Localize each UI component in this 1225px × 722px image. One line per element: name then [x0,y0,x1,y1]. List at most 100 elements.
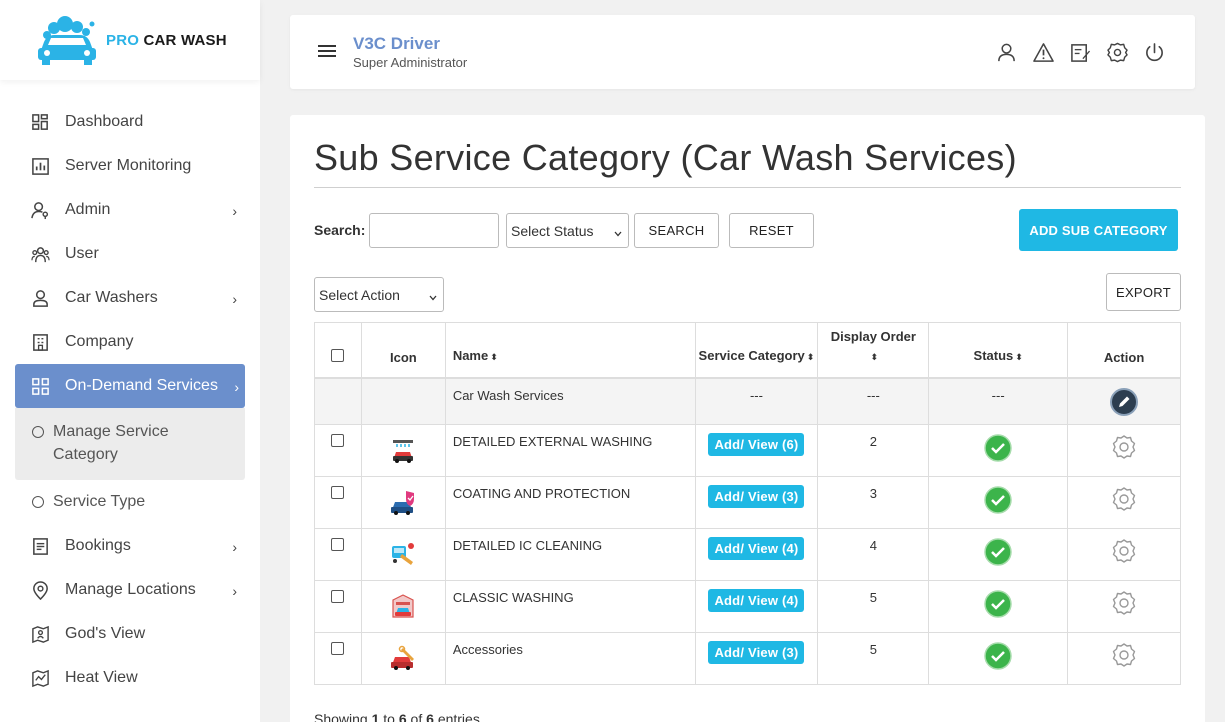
interior-cleaning-icon [389,540,417,568]
sidebar-item-label: God's View [65,625,146,642]
sidebar-item-admin[interactable]: Admin › [0,188,245,232]
sidebar-item-label: Server Monitoring [65,157,192,174]
sidebar-item-on-demand-services[interactable]: On-Demand Services › [15,364,245,408]
sidebar-item-car-washers[interactable]: Car Washers › [0,276,245,320]
user-profile-icon[interactable] [996,42,1017,63]
sidebar-item-heat-view[interactable]: Heat View [0,656,245,700]
add-view-button[interactable]: Add/ View (3) [708,641,805,664]
sidebar-item-dashboard[interactable]: Dashboard [0,100,245,144]
row-status [928,476,1069,529]
row-service-category: Add/ View (4) [694,580,819,633]
sidebar-item-bookings[interactable]: Bookings › [0,524,245,568]
add-sub-category-button[interactable]: ADD SUB CATEGORY [1019,209,1178,251]
settings-gear-icon[interactable] [1111,434,1137,460]
col-status-label: Status [973,347,1014,363]
add-view-button[interactable]: Add/ View (4) [708,589,805,612]
circle-icon [32,496,44,508]
add-view-button[interactable]: Add/ View (6) [708,433,805,456]
active-check-icon[interactable] [984,590,1012,618]
active-check-icon[interactable] [984,434,1012,462]
row-action [1067,476,1181,529]
row-action [1067,528,1181,581]
table-row: COATING AND PROTECTION Add/ View (3) 3 [314,476,1181,529]
warning-triangle-icon[interactable] [1033,42,1054,63]
reset-button[interactable]: RESET [729,213,814,248]
row-icon [360,632,446,685]
row-checkbox[interactable] [331,642,345,655]
table-row: CLASSIC WASHING Add/ View (4) 5 [314,580,1181,633]
row-name: Accessories [444,632,696,685]
search-button[interactable]: SEARCH [634,213,719,248]
row-icon [360,528,446,581]
header-title: V3C Driver [353,34,440,53]
add-view-button[interactable]: Add/ View (4) [708,537,805,560]
sort-icon: ⬍ [1015,351,1023,362]
brand[interactable]: PRO CAR WASH [0,0,260,80]
settings-gear-icon[interactable] [1107,42,1128,63]
list-document-icon [30,536,50,556]
col-service-category[interactable]: Service Category ⬍ [694,322,819,378]
sidebar-item-gods-view[interactable]: God's View [0,612,245,656]
edit-document-icon[interactable] [1070,42,1091,63]
row-display-order: --- [817,377,930,425]
brand-name: PRO CAR WASH [106,31,227,49]
row-status: --- [928,377,1069,425]
col-name[interactable]: Name ⬍ [444,322,696,378]
row-select [314,632,362,685]
row-status [928,424,1069,477]
table-header-row: Icon Name ⬍ Service Category ⬍ Display Ord… [314,322,1181,378]
row-service-category: Add/ View (3) [694,476,819,529]
row-checkbox[interactable] [331,486,345,499]
active-check-icon[interactable] [984,486,1012,514]
sidebar-item-label: Bookings [65,537,131,554]
sidebar-item-manage-locations[interactable]: Manage Locations › [0,568,245,612]
sort-icon: ⬍ [490,351,498,362]
row-checkbox[interactable] [331,434,345,447]
col-status[interactable]: Status ⬍ [928,322,1069,378]
hamburger-menu-icon[interactable] [318,45,336,57]
dashboard-grid-icon [30,112,50,132]
sidebar-item-server-monitoring[interactable]: Server Monitoring [0,144,245,188]
sidebar-subitem-manage-service-category[interactable]: Manage Service Category [15,414,245,472]
row-checkbox[interactable] [331,590,345,603]
sidebar-subitem-label: Manage Service Category [53,423,169,463]
person-icon [30,288,50,308]
settings-gear-icon[interactable] [1111,486,1137,512]
col-display-order[interactable]: Display Order ⬍ [817,322,930,378]
row-service-category: Add/ View (4) [694,528,819,581]
settings-gear-icon[interactable] [1111,538,1137,564]
row-name: COATING AND PROTECTION [444,476,696,529]
settings-gear-icon[interactable] [1111,590,1137,616]
sidebar-item-company[interactable]: Company [0,320,245,364]
sort-icon: ⬍ [806,351,815,362]
heat-map-icon [30,668,50,688]
add-view-button[interactable]: Add/ View (3) [708,485,805,508]
export-button[interactable]: EXPORT [1106,273,1181,311]
row-status [928,528,1069,581]
footer-showing: Showing [314,711,368,722]
edit-pencil-icon[interactable] [1109,387,1139,417]
row-display-order: 2 [817,424,930,477]
row-action [1067,424,1181,477]
sidebar-subitem-service-type[interactable]: Service Type [0,480,260,524]
bulk-action-select[interactable]: Select Action [314,277,444,312]
col-action: Action [1067,322,1181,378]
row-display-order: 5 [817,632,930,685]
sidebar-item-user[interactable]: User [0,232,245,276]
power-logout-icon[interactable] [1144,42,1165,63]
sidebar-item-label: Manage Locations [65,581,196,598]
chevron-right-icon: › [232,583,237,599]
row-name: CLASSIC WASHING [444,580,696,633]
settings-gear-icon[interactable] [1111,642,1137,668]
row-select [314,580,362,633]
row-checkbox[interactable] [331,538,345,551]
search-input[interactable] [369,213,499,248]
active-check-icon[interactable] [984,538,1012,566]
status-select[interactable]: Select Status [506,213,629,248]
row-action [1067,632,1181,685]
title-divider [314,187,1181,188]
select-all-checkbox[interactable] [331,348,345,362]
building-icon [30,332,50,352]
active-check-icon[interactable] [984,642,1012,670]
footer-total: 6 [426,711,434,722]
